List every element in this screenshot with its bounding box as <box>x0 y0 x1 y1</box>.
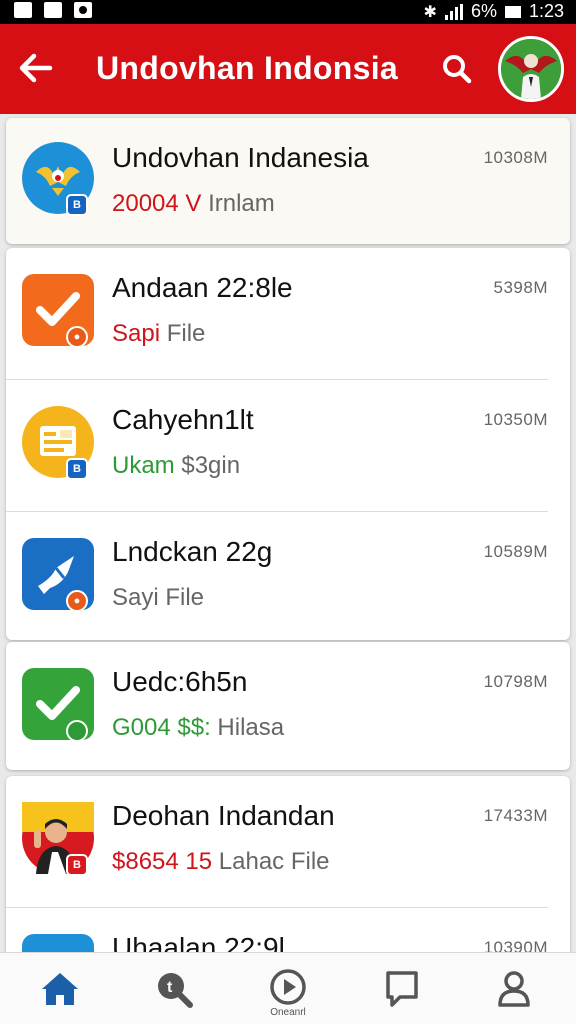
item-badge: B <box>66 458 88 480</box>
list-item[interactable]: B Undovhan Indanesia 10308M 20004 V Irnl… <box>6 118 570 244</box>
list-item[interactable]: B Deohan Indandan 17433M $8654 15 Lahac … <box>6 776 570 908</box>
status-bar: ✱ 6% 1:23 <box>0 0 576 24</box>
item-badge: ● <box>66 590 88 612</box>
play-icon[interactable] <box>266 967 310 1011</box>
list-item[interactable]: 6 Uedc:6h5n 10798M G004 $$: Hilasa <box>6 642 570 770</box>
item-subtitle-accent: Sapi <box>112 320 161 347</box>
item-badge: B <box>66 854 88 876</box>
item-subtitle: 20004 V Irnlam <box>112 190 275 218</box>
item-subtitle: Sayi File <box>112 584 204 612</box>
item-size: 17433M <box>483 806 548 825</box>
chat-icon[interactable] <box>380 967 424 1011</box>
search-nav-icon[interactable]: t <box>152 967 196 1011</box>
profile-icon[interactable] <box>492 967 536 1011</box>
profile-avatar[interactable] <box>498 36 564 102</box>
item-subtitle-accent: Ukam <box>112 452 175 479</box>
item-subtitle-accent: G004 $$: <box>112 714 211 741</box>
item-title: Uhaalan 22:9l <box>112 932 285 952</box>
item-subtitle-rest: Sayi File <box>112 584 205 611</box>
shield-icon <box>44 2 62 18</box>
battery-level: 6% <box>470 1 497 21</box>
item-size: 10350M <box>483 410 548 429</box>
item-title: Cahyehn1lt <box>112 404 254 435</box>
back-arrow-icon[interactable] <box>16 48 56 88</box>
list-card: B Undovhan Indanesia 10308M 20004 V Irnl… <box>6 118 570 244</box>
list-item[interactable]: ● Andaan 22:8le 5398M Sapi File <box>6 248 570 380</box>
gallery-icon <box>14 2 32 18</box>
item-size: 10390M <box>483 938 548 952</box>
list-item[interactable]: Uhaalan 22:9l 10390M <box>6 908 570 952</box>
app-bar: Undovhan Indonsia <box>0 24 576 114</box>
item-badge: ● <box>66 326 88 348</box>
garuda-avatar-icon <box>501 39 561 99</box>
item-subtitle: Sapi File <box>112 320 205 348</box>
app-icon <box>22 934 94 952</box>
item-subtitle-accent: 20004 V <box>112 190 202 217</box>
item-subtitle-accent: $8654 15 <box>112 848 213 875</box>
item-title: Uedc:6h5n <box>112 666 248 697</box>
item-title: Deohan Indandan <box>112 800 335 831</box>
search-icon[interactable] <box>440 52 474 86</box>
item-title: Lndckan 22g <box>112 536 273 567</box>
signal-icon <box>444 3 463 20</box>
item-badge: B <box>66 194 88 216</box>
list-item[interactable]: B Cahyehn1lt 10350M Ukam $3gin <box>6 380 570 512</box>
item-subtitle-rest: Lahac File <box>218 848 330 875</box>
item-subtitle-rest: Irnlam <box>208 190 275 217</box>
list-card: 6 Uedc:6h5n 10798M G004 $$: Hilasa <box>6 642 570 770</box>
item-subtitle-rest: File <box>166 320 206 347</box>
home-icon[interactable] <box>38 967 82 1011</box>
item-badge: 6 <box>66 720 88 742</box>
item-subtitle: $8654 15 Lahac File <box>112 848 330 876</box>
item-title: Andaan 22:8le <box>112 272 293 303</box>
bluetooth-icon: ✱ <box>423 3 437 21</box>
page-title: Undovhan Indonsia <box>96 50 398 86</box>
item-size: 10308M <box>483 148 548 167</box>
item-subtitle: G004 $$: Hilasa <box>112 714 284 742</box>
item-title: Undovhan Indanesia <box>112 142 369 173</box>
item-subtitle-rest: Hilasa <box>217 714 285 741</box>
item-subtitle-rest: $3gin <box>181 452 241 479</box>
list-item[interactable]: ● Lndckan 22g 10589M Sayi File <box>6 512 570 644</box>
item-size: 10798M <box>483 672 548 691</box>
svg-text:t: t <box>167 979 173 996</box>
item-subtitle: Ukam $3gin <box>112 452 240 480</box>
item-size: 10589M <box>483 542 548 561</box>
list-card: ● Andaan 22:8le 5398M Sapi File B Cahyeh… <box>6 248 570 640</box>
nav-label: Oneanrl <box>270 1007 306 1018</box>
clock: 1:23 <box>528 1 564 21</box>
battery-icon <box>504 5 521 18</box>
record-icon <box>74 2 92 18</box>
app-list: B Undovhan Indanesia 10308M 20004 V Irnl… <box>0 114 576 952</box>
list-card: B Deohan Indandan 17433M $8654 15 Lahac … <box>6 776 570 952</box>
bottom-navigation: t Oneanrl <box>0 952 576 1024</box>
item-size: 5398M <box>493 278 548 297</box>
